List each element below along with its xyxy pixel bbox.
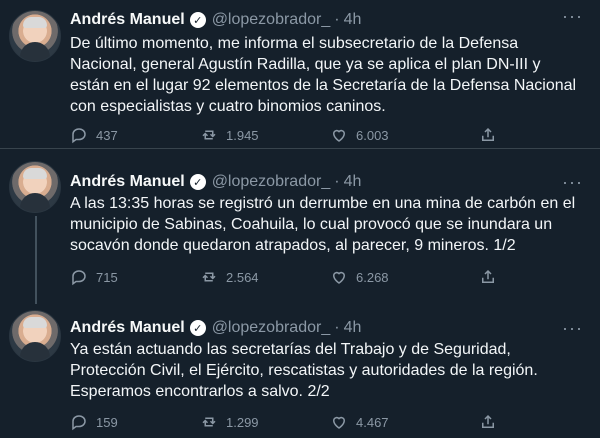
author-name[interactable]: Andrés Manuel: [70, 173, 185, 191]
reply-count: 159: [96, 414, 118, 430]
reply-button[interactable]: 715: [70, 265, 118, 289]
tweet-actions: 715 2.564 6.268: [70, 265, 590, 289]
like-button[interactable]: 6.268: [330, 265, 389, 289]
like-button[interactable]: 6.003: [330, 123, 389, 147]
share-button[interactable]: [479, 410, 497, 434]
retweet-button[interactable]: 1.299: [200, 410, 259, 434]
author-name[interactable]: Andrés Manuel: [70, 11, 185, 29]
avatar[interactable]: [9, 310, 61, 362]
tweet-text: De último momento, me informa el subsecr…: [70, 35, 577, 115]
reply-count: 715: [96, 269, 118, 285]
more-icon[interactable]: ···: [562, 318, 583, 339]
retweet-count: 2.564: [226, 269, 259, 285]
share-icon: [479, 413, 497, 431]
like-icon: [330, 268, 348, 286]
tweet-time[interactable]: 4h: [344, 319, 362, 337]
tweet-text: A las 13:35 horas se registró un derrumb…: [70, 195, 576, 254]
author-handle[interactable]: @lopezobrador_: [212, 11, 331, 29]
share-button[interactable]: [479, 123, 497, 147]
retweet-icon: [200, 413, 218, 431]
tweet-actions: 159 1.299 4.467: [70, 410, 590, 434]
share-icon: [479, 126, 497, 144]
share-icon: [479, 268, 497, 286]
tweet-feed: Andrés Manuel ✓ @lopezobrador_ · 4h ··· …: [0, 0, 600, 438]
reply-button[interactable]: 437: [70, 123, 118, 147]
avatar[interactable]: [9, 161, 61, 213]
verified-icon: ✓: [189, 12, 206, 28]
tweet-header: Andrés Manuel ✓ @lopezobrador_ · 4h: [70, 172, 361, 192]
separator-dot: ·: [334, 11, 340, 28]
tweet-2[interactable]: Andrés Manuel ✓ @lopezobrador_ · 4h ··· …: [0, 148, 600, 294]
like-count: 6.268: [356, 269, 389, 285]
share-button[interactable]: [479, 265, 497, 289]
reply-icon: [70, 126, 88, 144]
more-icon[interactable]: ···: [562, 172, 583, 193]
like-count: 6.003: [356, 127, 389, 143]
tweet-1[interactable]: Andrés Manuel ✓ @lopezobrador_ · 4h ··· …: [0, 0, 600, 148]
tweet-3[interactable]: Andrés Manuel ✓ @lopezobrador_ · 4h ··· …: [0, 294, 600, 438]
retweet-count: 1.299: [226, 414, 259, 430]
verified-icon: ✓: [189, 320, 206, 336]
like-count: 4.467: [356, 414, 389, 430]
author-handle[interactable]: @lopezobrador_: [212, 173, 331, 191]
retweet-button[interactable]: 2.564: [200, 265, 259, 289]
reply-icon: [70, 268, 88, 286]
like-icon: [330, 126, 348, 144]
separator-dot: ·: [334, 319, 340, 336]
verified-icon: ✓: [189, 174, 206, 190]
tweet-time[interactable]: 4h: [344, 11, 362, 29]
retweet-button[interactable]: 1.945: [200, 123, 259, 147]
tweet-header: Andrés Manuel ✓ @lopezobrador_ · 4h: [70, 318, 361, 338]
tweet-header: Andrés Manuel ✓ @lopezobrador_ · 4h: [70, 10, 361, 30]
author-handle[interactable]: @lopezobrador_: [212, 319, 331, 337]
retweet-icon: [200, 268, 218, 286]
reply-button[interactable]: 159: [70, 410, 118, 434]
tweet-actions: 437 1.945 6.003: [70, 123, 590, 147]
retweet-count: 1.945: [226, 127, 259, 143]
author-name[interactable]: Andrés Manuel: [70, 319, 185, 337]
tweet-text: Ya están actuando las secretarías del Tr…: [70, 341, 538, 400]
avatar[interactable]: [9, 10, 61, 62]
reply-icon: [70, 413, 88, 431]
reply-count: 437: [96, 127, 118, 143]
separator-dot: ·: [334, 173, 340, 190]
like-button[interactable]: 4.467: [330, 410, 389, 434]
like-icon: [330, 413, 348, 431]
retweet-icon: [200, 126, 218, 144]
more-icon[interactable]: ···: [562, 6, 583, 27]
tweet-time[interactable]: 4h: [344, 173, 362, 191]
